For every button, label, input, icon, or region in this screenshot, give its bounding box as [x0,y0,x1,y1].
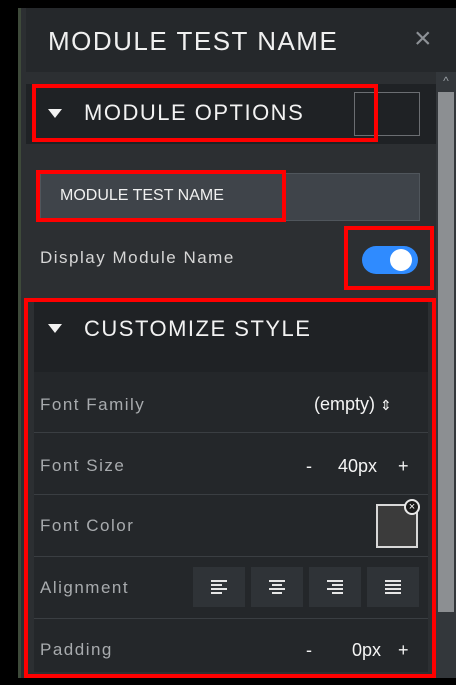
highlight-toggle [344,226,434,290]
close-icon[interactable]: × [414,24,432,54]
highlight-module-name [36,170,286,222]
highlight-customize-style [24,298,436,678]
scroll-up-icon[interactable]: ^ [439,74,453,88]
scrollbar-thumb[interactable] [438,92,454,612]
panel-title: MODULE TEST NAME [48,26,339,56]
panel-left-accent [18,8,21,678]
highlight-module-options [32,84,378,142]
display-module-name-label: Display Module Name [40,248,235,267]
